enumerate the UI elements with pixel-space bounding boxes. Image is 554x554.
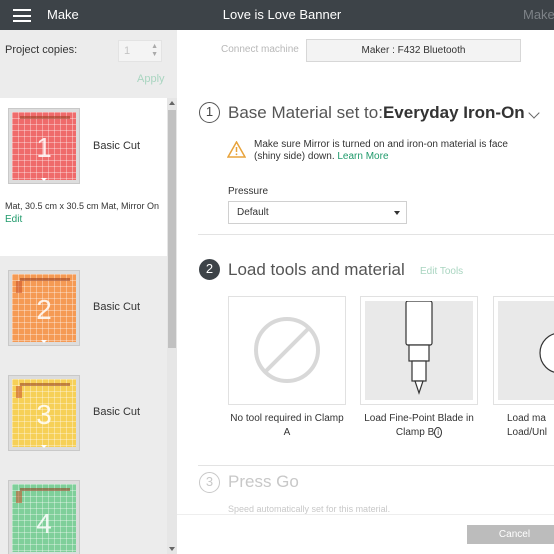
maker-label: Maker [523,7,554,22]
mat-preview-4[interactable]: 4 [8,480,80,554]
pressure-dropdown[interactable]: Default [228,201,407,224]
connect-machine-label: Connect machine [221,44,299,55]
top-bar: Make Love is Love Banner Maker [0,0,554,30]
mat-item-3[interactable]: 3 Basic Cut [0,361,167,466]
sidebar-scrollbar[interactable] [167,98,177,554]
cancel-button[interactable]: Cancel [467,525,554,544]
divider [198,465,554,466]
tool-caption-clamp-a: No tool required in Clamp A [230,413,344,438]
mat-item-2[interactable]: 2 Basic Cut [0,256,167,361]
mat-label-3: Basic Cut [93,406,141,418]
mat-list: 1 Basic Cut Mat, 30.5 cm x 30.5 cm Mat, … [0,98,167,554]
project-copies-input[interactable]: 1 ▲ ▼ [118,40,162,62]
bottom-bar: Cancel [177,514,554,554]
main-content: Connect machine Maker : F432 Bluetooth 1… [177,30,554,514]
fine-point-blade-icon [405,301,433,395]
mirror-warning: Make sure Mirror is turned on and iron-o… [254,139,524,163]
mat-preview-1[interactable]: 1 [8,108,80,184]
chevron-down-icon[interactable] [528,107,540,119]
dropdown-caret-icon [394,211,400,215]
apply-button[interactable]: Apply [137,73,165,85]
mat-number-1: 1 [36,132,52,163]
step-2-number: 2 [199,259,220,280]
tool-caption-clamp-b: Load Fine-Point Blade in Clamp Bi [364,413,474,438]
tool-card-clamp-b[interactable] [360,296,478,405]
mat-preview-2[interactable]: 2 [8,270,80,346]
project-copies-value: 1 [124,45,131,57]
step-2-title: Load tools and material [228,260,405,279]
mat-item-4[interactable]: 4 [0,466,167,554]
divider [198,234,554,235]
scrollbar-thumb[interactable] [168,110,176,348]
step-3-title: Press Go [228,472,299,491]
project-title: Love is Love Banner [222,7,342,22]
no-tool-icon [254,317,320,383]
mat-edit-link[interactable]: Edit [5,214,22,225]
mat-number-4: 4 [36,508,52,539]
sidebar: Project copies: 1 ▲ ▼ Apply 1 Basic Cut M… [0,30,177,554]
step-3-number: 3 [199,472,220,493]
scroll-down-arrow-icon[interactable] [169,547,175,551]
mat-number-2: 2 [36,294,52,325]
load-mat-icon [539,333,554,373]
mat-preview-3[interactable]: 3 [8,375,80,451]
copies-stepper[interactable]: ▲ ▼ [151,43,158,59]
tool-card-clamp-a[interactable] [228,296,346,405]
learn-more-link[interactable]: Learn More [337,151,388,162]
mat-label-2: Basic Cut [93,301,141,313]
mat-number-3: 3 [36,399,52,430]
pressure-label: Pressure [228,186,269,197]
scroll-up-arrow-icon[interactable] [169,101,175,105]
info-icon[interactable]: i [434,427,443,438]
tool-card-load-mat[interactable] [493,296,554,405]
warning-icon [227,141,246,158]
step-3-description: Speed automatically set for this materia… [228,504,391,514]
step-1-title: Base Material set to:Everyday Iron-On [228,103,525,122]
edit-tools-link[interactable]: Edit Tools [420,266,463,277]
project-copies-label: Project copies: [5,44,78,56]
mat-label-1: Basic Cut [93,140,141,152]
mat-description-1: Mat, 30.5 cm x 30.5 cm Mat, Mirror On [5,201,160,211]
machine-select-button[interactable]: Maker : F432 Bluetooth [306,39,521,62]
step-1-number: 1 [199,102,220,123]
pressure-value: Default [237,207,269,218]
mat-item-1[interactable]: 1 Basic Cut Mat, 30.5 cm x 30.5 cm Mat, … [0,98,167,256]
tool-caption-load-mat: Load ma Load/Unl [507,413,548,438]
